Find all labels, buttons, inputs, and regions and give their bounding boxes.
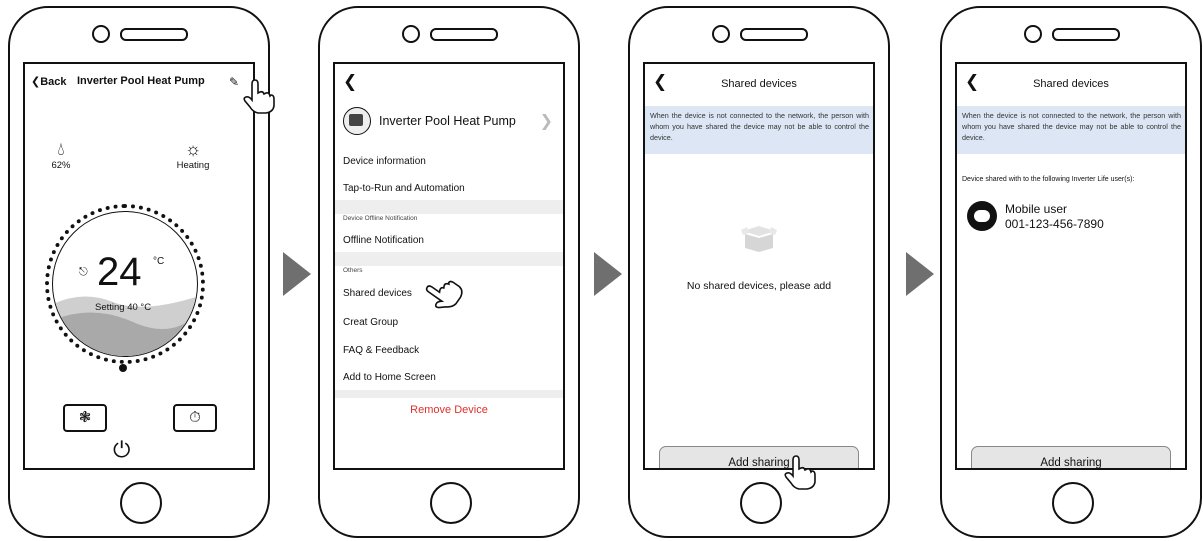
water-drop-icon: 💧︎	[57, 139, 65, 159]
menu-item-device-information[interactable]: Device information	[343, 156, 426, 167]
speaker-icon	[120, 28, 188, 41]
setting-temperature: Setting 40 °C	[95, 302, 152, 313]
current-temperature: 24	[97, 250, 142, 294]
camera-icon	[402, 25, 420, 43]
remove-device-button[interactable]: Remove Device	[335, 404, 563, 416]
device-icon	[343, 107, 371, 135]
speaker-icon	[430, 28, 498, 41]
device-row[interactable]: Inverter Pool Heat Pump ❯	[335, 102, 563, 142]
section-label-offline: Device Offline Notification	[343, 215, 418, 222]
step-arrow-icon	[594, 252, 622, 296]
phone-top-bezel	[320, 20, 578, 46]
mode-value: Heating	[176, 160, 210, 171]
tap-hand-icon	[784, 455, 816, 490]
phone-frame-3: ❮ Shared devices When the device is not …	[628, 6, 890, 538]
home-button	[430, 482, 472, 524]
phone-frame-1: ❮Back Inverter Pool Heat Pump ✎ 💧︎ 62% ☼…	[8, 6, 270, 538]
menu-item-faq-feedback[interactable]: FAQ & Feedback	[343, 345, 419, 356]
step-arrow-icon	[283, 252, 311, 296]
fan-icon: ❃	[78, 409, 92, 426]
menu-item-creat-group[interactable]: Creat Group	[343, 317, 398, 328]
phone-frame-4: ❮ Shared devices When the device is not …	[940, 6, 1202, 538]
humidity-stat: 💧︎ 62%	[31, 138, 91, 171]
power-icon[interactable]: ⏻	[113, 437, 130, 463]
network-note: When the device is not connected to the …	[957, 106, 1185, 154]
network-note: When the device is not connected to the …	[645, 106, 873, 154]
home-button	[120, 482, 162, 524]
sun-icon: ☼	[184, 139, 202, 159]
menu-item-tap-to-run[interactable]: Tap-to-Run and Automation	[343, 183, 465, 194]
add-sharing-button[interactable]: Add sharing	[659, 446, 859, 468]
shared-with-label: Device shared with to the following Inve…	[962, 176, 1135, 183]
humidity-value: 62%	[51, 160, 71, 171]
dial-handle[interactable]	[119, 364, 127, 372]
phone-top-bezel	[10, 20, 268, 46]
speaker-icon	[740, 28, 808, 41]
section-divider	[335, 252, 563, 266]
user-name[interactable]: Mobile user	[1005, 202, 1067, 216]
phone-top-bezel	[630, 20, 888, 46]
fan-button[interactable]: ❃	[63, 404, 107, 432]
screen-device-settings: ❮ Inverter Pool Heat Pump ❯ Device infor…	[333, 62, 565, 470]
device-name: Inverter Pool Heat Pump	[379, 114, 516, 128]
step-arrow-icon	[906, 252, 934, 296]
page-title: Inverter Pool Heat Pump	[77, 75, 205, 87]
camera-icon	[1024, 25, 1042, 43]
menu-item-offline-notification[interactable]: Offline Notification	[343, 235, 424, 246]
section-divider	[335, 200, 563, 214]
screen-device-control: ❮Back Inverter Pool Heat Pump ✎ 💧︎ 62% ☼…	[23, 62, 255, 470]
user-avatar-icon	[967, 201, 997, 231]
back-label: Back	[40, 76, 67, 88]
home-button	[1052, 482, 1094, 524]
user-phone: 001-123-456-7890	[1005, 217, 1104, 231]
menu-item-add-to-home-screen[interactable]: Add to Home Screen	[343, 372, 436, 383]
section-label-others: Others	[343, 267, 363, 274]
phone-frame-2: ❮ Inverter Pool Heat Pump ❯ Device infor…	[318, 6, 580, 538]
timer-icon: ⏱︎	[189, 409, 201, 426]
phone-top-bezel	[942, 20, 1200, 46]
add-sharing-button[interactable]: Add sharing	[971, 446, 1171, 468]
section-divider	[335, 390, 563, 398]
screen-shared-devices-empty: ❮ Shared devices When the device is not …	[643, 62, 875, 470]
empty-state-text: No shared devices, please add	[686, 280, 832, 292]
screen-shared-devices-list: ❮ Shared devices When the device is not …	[955, 62, 1187, 470]
thermometer-icon: ⎋	[79, 266, 88, 278]
chevron-right-icon: ❯	[539, 113, 553, 130]
mode-stat: ☼ Heating	[163, 138, 223, 171]
tap-hand-icon	[243, 79, 275, 114]
temperature-unit: °C	[153, 256, 165, 267]
top-bar: ❮Back Inverter Pool Heat Pump ✎	[31, 75, 247, 91]
menu-item-shared-devices[interactable]: Shared devices	[343, 288, 412, 299]
back-button[interactable]: ❮Back	[31, 75, 67, 88]
page-title: Shared devices	[1033, 78, 1109, 90]
home-button	[740, 482, 782, 524]
camera-icon	[712, 25, 730, 43]
empty-box-icon	[741, 226, 777, 252]
page-title: Shared devices	[721, 78, 797, 90]
speaker-icon	[1052, 28, 1120, 41]
back-chevron-icon[interactable]: ❮	[343, 72, 357, 92]
camera-icon	[92, 25, 110, 43]
timer-button[interactable]: ⏱︎	[173, 404, 217, 432]
